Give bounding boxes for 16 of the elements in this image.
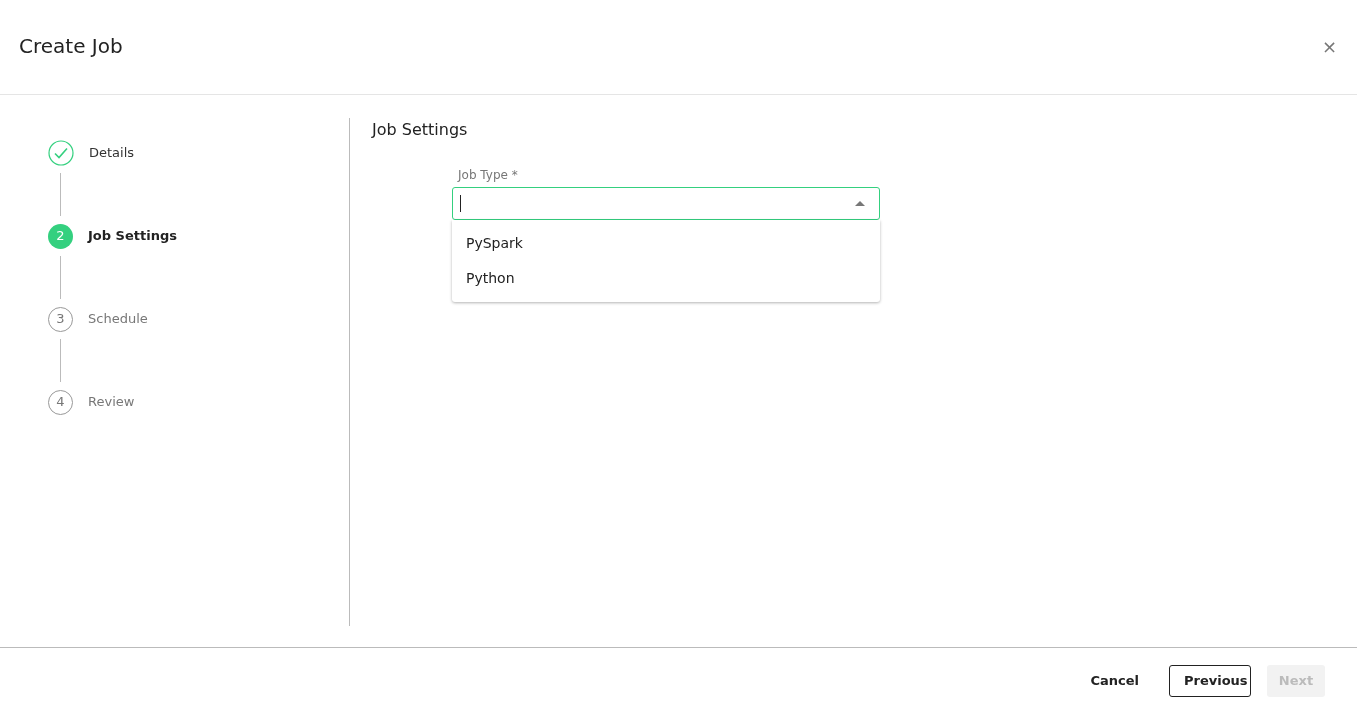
dropdown-option[interactable]: Python (452, 261, 880, 296)
step-label[interactable]: Job Settings (88, 226, 177, 246)
dialog-title: Create Job (19, 33, 123, 60)
field-label: Job Type * (456, 167, 519, 184)
dropdown-option[interactable]: PySpark (452, 226, 880, 261)
step-label[interactable]: Review (88, 392, 135, 412)
step-label[interactable]: Schedule (88, 309, 148, 329)
close-button[interactable]: × (1321, 38, 1337, 56)
cancel-button[interactable]: Cancel (1076, 664, 1153, 697)
step-label[interactable]: Details (89, 143, 135, 163)
job-type-dropdown[interactable] (452, 187, 880, 220)
previous-button[interactable]: Previous (1169, 664, 1251, 697)
check-circle-icon (48, 140, 74, 166)
step-number: 2 (48, 223, 73, 249)
section-title: Job Settings (372, 119, 469, 141)
caret-icon (855, 201, 865, 206)
